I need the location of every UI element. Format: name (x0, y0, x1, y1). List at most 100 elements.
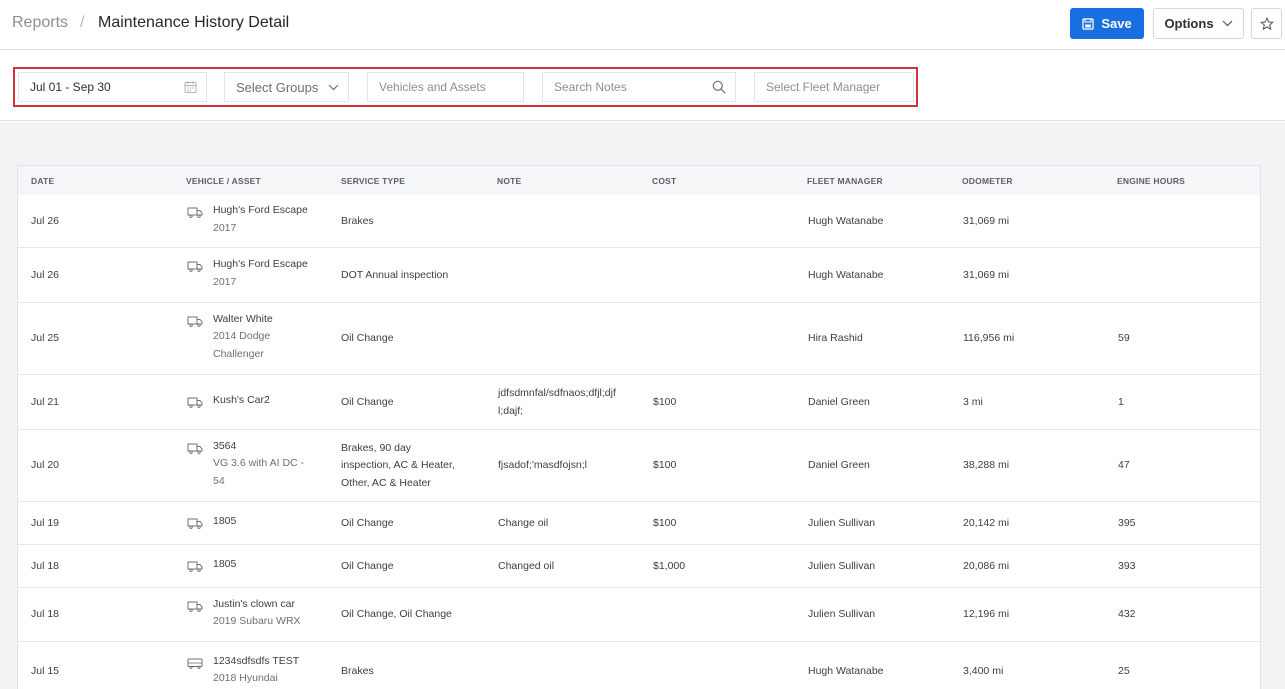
save-button[interactable]: Save (1070, 8, 1144, 39)
odometer-cell: 116,956 mi (963, 330, 1014, 348)
date-range-value: Jul 01 - Sep 30 (30, 80, 111, 94)
table-row[interactable]: Jul 19 1805 Oil Change Change oil $100 Julien… (18, 502, 1260, 545)
bus-icon (187, 658, 203, 669)
table-row[interactable]: Jul 18 1805 Oil Change Changed oil $1,000 Jul… (18, 545, 1260, 588)
search-icon (712, 80, 726, 94)
vehicle-cell[interactable]: 1805 (213, 556, 236, 574)
table-row[interactable]: Jul 18 Justin's clown car 2019 Subaru WRX O… (18, 588, 1260, 642)
column-header-cost[interactable]: COST (652, 176, 676, 186)
date-cell-line: Jul 18 (31, 559, 60, 572)
vehicle-detail: 2017 (213, 275, 237, 288)
truck-icon (187, 518, 203, 529)
vehicle-icon-wrap (187, 314, 203, 332)
vehicle-icon-wrap (187, 559, 203, 577)
save-icon (1082, 17, 1094, 30)
search-notes-input[interactable]: Search Notes (542, 72, 736, 102)
vehicle-cell[interactable]: Walter White 2014 Dodge Challenger (213, 311, 273, 364)
date-cell-line: Jul 19 (31, 516, 60, 529)
service-type-cell-line: Brakes (341, 214, 374, 227)
engine-hours-cell: 1 (1118, 394, 1124, 412)
service-type-cell: Oil Change (341, 515, 394, 533)
odometer-cell: 20,086 mi (963, 558, 1009, 576)
cost-cell-line: $100 (653, 516, 677, 529)
table-row[interactable]: Jul 26 Hugh's Ford Escape 2017 Brakes Hugh W… (18, 195, 1260, 248)
service-type-cell-line: Oil Change (341, 516, 394, 529)
column-header-service[interactable]: SERVICE TYPE (341, 176, 405, 186)
fleet-manager-cell-line: Julien Sullivan (808, 608, 876, 621)
date-cell-line: Jul 25 (31, 332, 60, 345)
column-header-engine-hours[interactable]: ENGINE HOURS (1117, 176, 1185, 186)
fleet-manager-cell-line: Daniel Green (808, 459, 870, 472)
date-cell: Jul 20 (31, 457, 59, 475)
options-button[interactable]: Options (1153, 8, 1244, 39)
vehicle-detail: 2014 Dodge (213, 330, 271, 343)
column-header-note[interactable]: NOTE (497, 176, 521, 186)
column-header-fleet-manager[interactable]: FLEET MANAGER (807, 176, 883, 186)
service-type-cell: Oil Change, Oil Change (341, 606, 452, 624)
service-type-cell: Brakes (341, 213, 374, 231)
engine-hours-cell-line: 432 (1118, 608, 1136, 621)
date-cell-line: Jul 21 (31, 395, 60, 408)
vehicle-name[interactable]: 1805 (213, 513, 236, 531)
column-header-odometer[interactable]: ODOMETER (962, 176, 1013, 186)
breadcrumb-reports[interactable]: Reports (12, 14, 68, 32)
service-type-cell: Oil Change (341, 330, 394, 348)
table-row[interactable]: Jul 21 Kush's Car2 Oil Change jdfsdmnfal/sd… (18, 375, 1260, 430)
odometer-cell: 3 mi (963, 394, 983, 412)
vehicle-cell[interactable]: 3564 VG 3.6 with AI DC - 54 (213, 438, 304, 491)
calendar-icon (184, 81, 197, 93)
vehicle-detail: 54 (213, 474, 225, 487)
vehicle-name[interactable]: 3564 (213, 438, 304, 456)
engine-hours-cell: 25 (1118, 663, 1130, 681)
note-cell-line: fjsadof;'masdfojsn;l (498, 459, 587, 472)
fleet-manager-cell-line: Hira Rashid (808, 332, 863, 345)
date-range-picker[interactable]: Jul 01 - Sep 30 (18, 72, 207, 102)
vehicles-assets-input[interactable]: Vehicles and Assets (367, 72, 524, 102)
service-type-cell-line: inspection, AC & Heater, (341, 459, 455, 472)
table-row[interactable]: Jul 25 Walter White 2014 Dodge Challenger Oi… (18, 303, 1260, 375)
vehicle-name[interactable]: Walter White (213, 311, 273, 329)
select-groups-dropdown[interactable]: Select Groups (224, 72, 349, 102)
vehicle-cell[interactable]: Hugh's Ford Escape 2017 (213, 256, 308, 291)
fleet-manager-cell: Julien Sullivan (808, 515, 875, 533)
vehicle-icon-wrap (187, 259, 203, 277)
fleet-manager-cell: Julien Sullivan (808, 606, 875, 624)
column-header-date[interactable]: DATE (31, 176, 54, 186)
truck-icon (187, 207, 203, 218)
odometer-cell: 3,400 mi (963, 663, 1003, 681)
date-cell-line: Jul 26 (31, 214, 60, 227)
truck-icon (187, 601, 203, 612)
cost-cell: $100 (653, 515, 676, 533)
table-row[interactable]: Jul 20 3564 VG 3.6 with AI DC - 54 Brakes, 9… (18, 430, 1260, 502)
vehicle-icon-wrap (187, 395, 203, 413)
table-row[interactable]: Jul 15 1234sdfsdfs TEST 2018 Hyundai Brakes… (18, 642, 1260, 689)
vehicle-name[interactable]: Hugh's Ford Escape (213, 202, 308, 220)
vehicle-cell[interactable]: Hugh's Ford Escape 2017 (213, 202, 308, 237)
vehicle-cell[interactable]: Kush's Car2 (213, 392, 270, 410)
chevron-down-icon (328, 84, 339, 91)
vehicle-detail: Challenger (213, 347, 264, 360)
vehicle-cell[interactable]: Justin's clown car 2019 Subaru WRX (213, 596, 301, 631)
odometer-cell-line: 31,069 mi (963, 214, 1010, 227)
table-row[interactable]: Jul 26 Hugh's Ford Escape 2017 DOT Annual i… (18, 248, 1260, 303)
vehicle-cell[interactable]: 1234sdfsdfs TEST 2018 Hyundai (213, 653, 299, 688)
note-cell: Change oil (498, 515, 548, 533)
column-header-vehicle[interactable]: VEHICLE / ASSET (186, 176, 261, 186)
vehicle-name[interactable]: Kush's Car2 (213, 392, 270, 410)
vehicle-cell[interactable]: 1805 (213, 513, 236, 531)
engine-hours-cell: 432 (1118, 606, 1136, 624)
service-type-cell-line: Brakes (341, 665, 374, 678)
engine-hours-cell-line: 59 (1118, 332, 1130, 345)
vehicle-name[interactable]: 1805 (213, 556, 236, 574)
vehicle-name[interactable]: Justin's clown car (213, 596, 301, 614)
vehicle-name[interactable]: 1234sdfsdfs TEST (213, 653, 299, 671)
note-cell-line: l;dajf; (498, 404, 524, 417)
note-cell-line: jdfsdmnfal/sdfnaos;dfjl;djf (498, 387, 616, 399)
favorite-button[interactable] (1251, 8, 1282, 39)
engine-hours-cell: 47 (1118, 457, 1130, 475)
vehicle-name[interactable]: Hugh's Ford Escape (213, 256, 308, 274)
service-type-cell-line: Oil Change (341, 559, 394, 572)
table-header: DATE VEHICLE / ASSET SERVICE TYPE NOTE COST F… (18, 166, 1260, 195)
service-type-cell: Oil Change (341, 394, 394, 412)
select-fleet-manager-dropdown[interactable]: Select Fleet Manager (754, 72, 914, 102)
